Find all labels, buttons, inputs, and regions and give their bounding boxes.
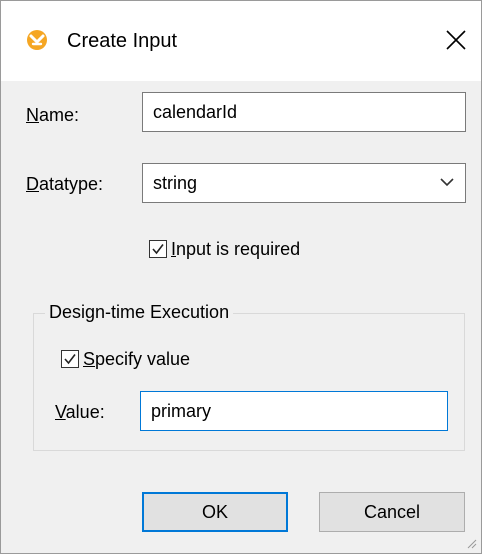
datatype-label: Datatype: <box>26 174 104 194</box>
chevron-down-icon <box>440 178 454 187</box>
name-input[interactable]: calendarId <box>142 92 466 132</box>
design-time-group-title: Design-time Execution <box>45 301 234 323</box>
ok-button[interactable]: OK <box>142 492 288 532</box>
datatype-value: string <box>153 173 198 193</box>
checkmark-icon <box>64 354 76 365</box>
datatype-select[interactable]: string <box>142 163 466 203</box>
value-label: Value: <box>55 402 105 422</box>
checkmark-icon <box>152 244 164 255</box>
specify-value-checkbox[interactable]: Specify value <box>61 348 190 370</box>
create-input-dialog: Create Input Name: calendarId Datatype: … <box>0 0 482 554</box>
dialog-title: Create Input <box>67 30 178 52</box>
checkbox-box <box>149 240 167 258</box>
close-icon[interactable] <box>441 25 471 55</box>
cancel-button[interactable]: Cancel <box>319 492 465 532</box>
value-input[interactable]: primary <box>140 391 448 431</box>
specify-value-label: Specify value <box>83 349 191 369</box>
name-label: Name: <box>26 105 80 125</box>
title-bar: Create Input <box>1 1 481 81</box>
mapforce-app-icon <box>27 30 47 50</box>
input-required-label: Input is required <box>171 239 301 259</box>
input-required-checkbox[interactable]: Input is required <box>149 238 300 260</box>
resize-grip-icon[interactable] <box>465 537 477 549</box>
checkbox-box <box>61 350 79 368</box>
